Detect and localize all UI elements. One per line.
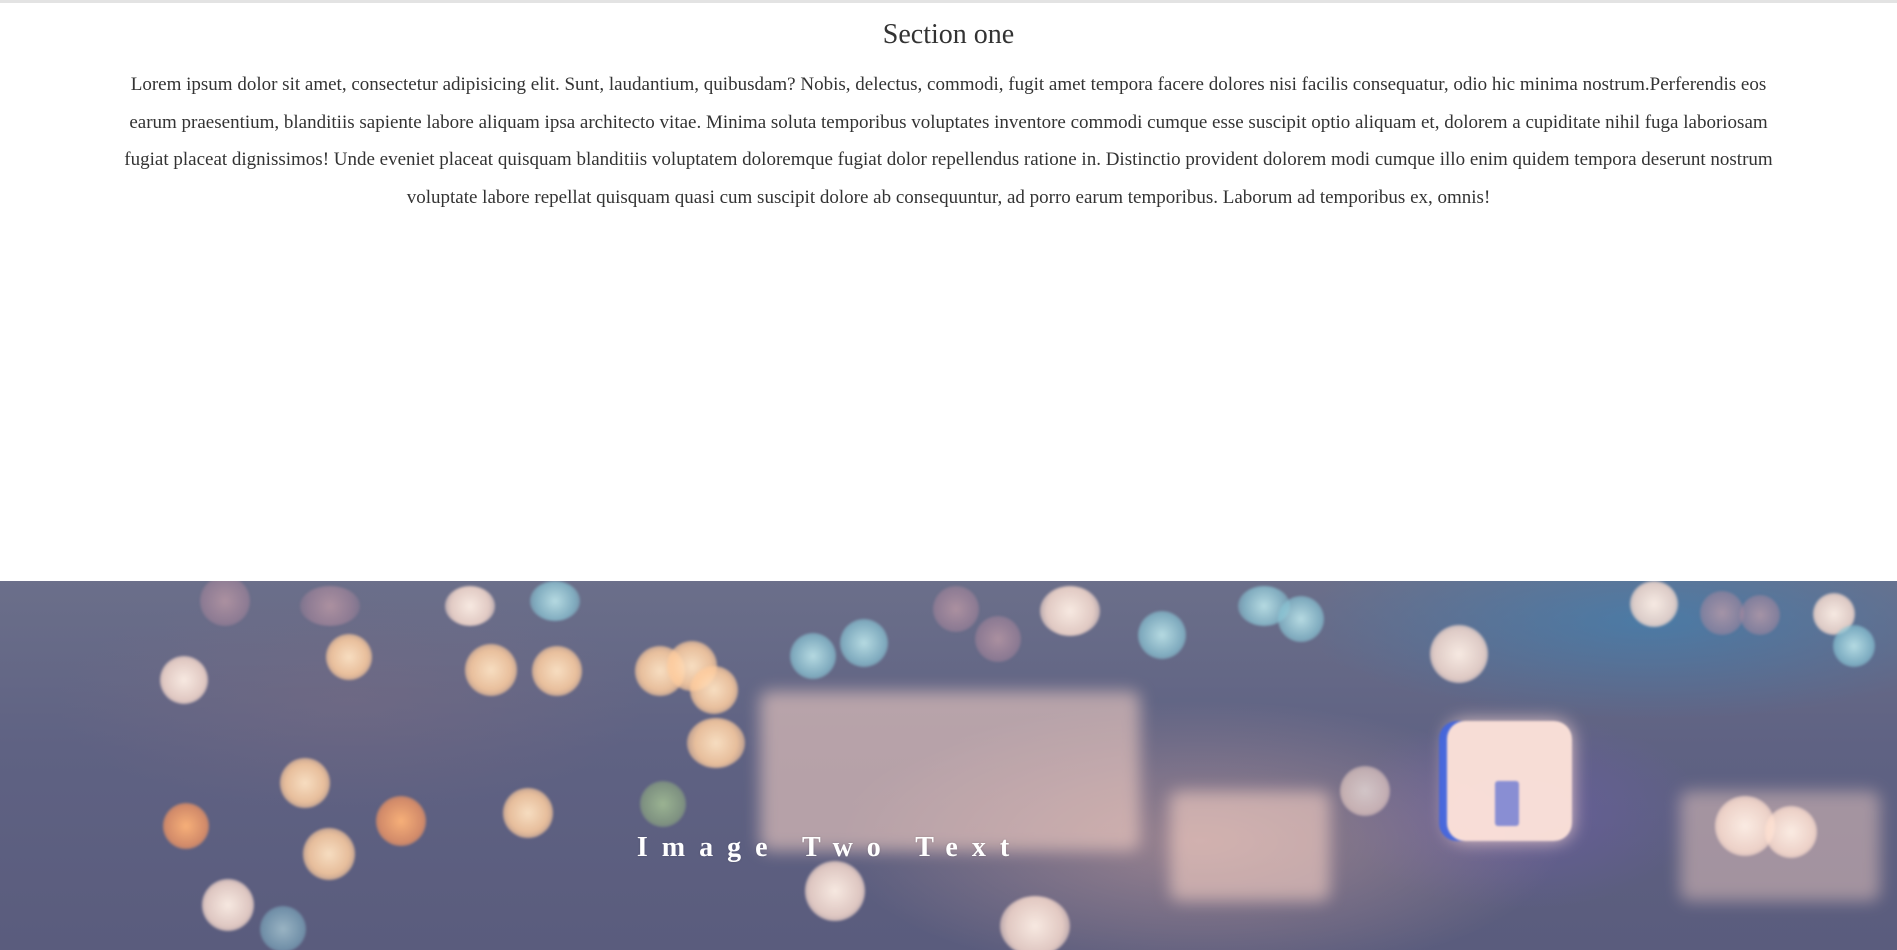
bokeh-light (300, 586, 360, 626)
neon-sign-blur (1447, 721, 1572, 841)
bokeh-light (687, 718, 745, 768)
bokeh-light (532, 646, 582, 696)
bokeh-light (465, 644, 517, 696)
bokeh-light (690, 666, 738, 714)
bokeh-light (1430, 625, 1488, 683)
bokeh-light (1700, 591, 1744, 635)
bokeh-light (445, 586, 495, 626)
bokeh-light (1138, 611, 1186, 659)
section-body-text: Lorem ipsum dolor sit amet, consectetur … (124, 74, 1773, 208)
bokeh-light (1740, 595, 1780, 635)
section-title: Section one (882, 19, 1015, 50)
bokeh-light (975, 616, 1021, 662)
bokeh-light (1278, 596, 1324, 642)
bokeh-light (260, 906, 306, 950)
bokeh-light (326, 634, 372, 680)
bokeh-light (160, 656, 208, 704)
bokeh-light (933, 586, 979, 632)
bokeh-light (1000, 896, 1070, 950)
bokeh-light (1040, 586, 1100, 636)
bokeh-light (790, 633, 836, 679)
bokeh-light (1630, 581, 1678, 627)
section-one: Section one Lorem ipsum dolor sit amet, … (0, 3, 1897, 581)
bokeh-light (530, 581, 580, 621)
bokeh-light (805, 861, 865, 921)
bokeh-light (1340, 766, 1390, 816)
bokeh-light (840, 619, 888, 667)
bokeh-light (202, 879, 254, 931)
bokeh-glow (760, 691, 1140, 851)
bokeh-light (1765, 806, 1817, 858)
bokeh-light (1833, 625, 1875, 667)
bokeh-light (200, 581, 250, 626)
image-two-background: Image Two Text (0, 581, 1897, 950)
bokeh-light (640, 781, 686, 827)
image-two-caption: Image Two Text (636, 832, 1024, 863)
bokeh-light (280, 758, 330, 808)
